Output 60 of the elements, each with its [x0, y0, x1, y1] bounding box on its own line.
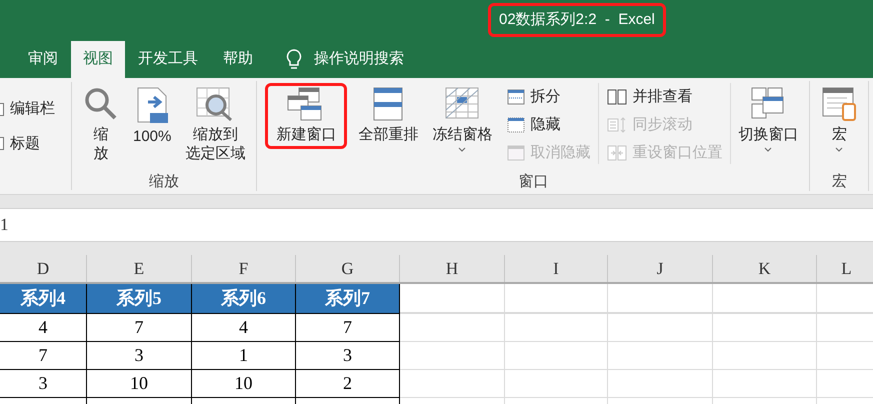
window-title: 02数据系列2:2 - Excel: [488, 2, 666, 38]
table-cell: 2: [296, 369, 400, 397]
column-header[interactable]: G: [296, 255, 400, 282]
column-header[interactable]: J: [608, 255, 713, 282]
formula-value: 1: [0, 214, 8, 236]
ribbon-button[interactable]: 新建窗口: [265, 83, 348, 149]
table-cell: 7: [87, 313, 192, 341]
column-header[interactable]: D: [0, 255, 87, 282]
ribbon-tab[interactable]: 视图: [71, 41, 125, 78]
table-cell: 3: [0, 369, 87, 397]
ribbon-button[interactable]: 冻结窗格: [425, 83, 500, 157]
hide-icon: [507, 117, 526, 133]
search-field[interactable]: 操作说明搜索: [314, 48, 404, 71]
reset-position-icon: [607, 145, 628, 161]
lightbulb-icon: [286, 48, 302, 70]
ribbon-button[interactable]: 缩放到选定区域: [178, 83, 252, 168]
ribbon-button[interactable]: 缩放: [76, 83, 126, 168]
split-icon: [507, 89, 526, 105]
table-cell: 3: [296, 341, 400, 369]
ribbon-button[interactable]: 全部重排: [351, 83, 426, 149]
table-header-cell: 系列7: [296, 284, 400, 313]
column-header[interactable]: I: [505, 255, 608, 282]
ribbon-button[interactable]: 隐藏: [507, 114, 590, 136]
checkbox-label: 编辑栏: [10, 99, 55, 119]
macro-sheet-icon: [821, 86, 858, 122]
ribbon-button[interactable]: 拆分: [507, 86, 590, 108]
checkbox[interactable]: [0, 137, 4, 150]
table-header-cell: 系列5: [87, 284, 192, 313]
arrange-icon: [372, 86, 404, 122]
checkbox-label: 标题: [10, 134, 40, 154]
column-header[interactable]: H: [400, 255, 505, 282]
column-header[interactable]: F: [192, 255, 296, 282]
column-header[interactable]: L: [817, 255, 873, 282]
table-cell: 7: [296, 313, 400, 341]
table-header-cell: 系列4: [0, 284, 87, 313]
ribbon-button[interactable]: 宏: [814, 83, 864, 157]
ribbon-tab[interactable]: 帮助: [211, 41, 265, 78]
table-cell: 4: [0, 313, 87, 341]
ribbon-tab[interactable]: 审阅: [16, 41, 70, 78]
magnifier-icon: [83, 86, 119, 122]
sync-scroll-icon: [607, 117, 628, 133]
side-by-side-icon: [607, 89, 628, 105]
table-cell: 1: [192, 341, 296, 369]
ribbon-tab[interactable]: 开发工具: [126, 41, 210, 78]
table-cell: 4: [192, 313, 296, 341]
group-label: 窗口: [518, 172, 548, 191]
table-header-cell: 系列6: [192, 284, 296, 313]
table-cell: 10: [87, 369, 192, 397]
column-header[interactable]: E: [87, 255, 192, 282]
unhide-icon: [507, 145, 526, 161]
table-cell: 10: [192, 369, 296, 397]
ribbon-button[interactable]: 并排查看: [607, 86, 722, 108]
table-cell: 3: [87, 341, 192, 369]
ribbon-button[interactable]: 切换窗口: [731, 83, 806, 157]
ribbon-button[interactable]: 100%: [126, 83, 178, 151]
table-cell: 7: [0, 341, 87, 369]
column-header[interactable]: K: [713, 255, 817, 282]
group-label: 缩放: [149, 172, 180, 191]
checkbox[interactable]: [0, 102, 4, 116]
group-label: 宏: [832, 172, 847, 191]
